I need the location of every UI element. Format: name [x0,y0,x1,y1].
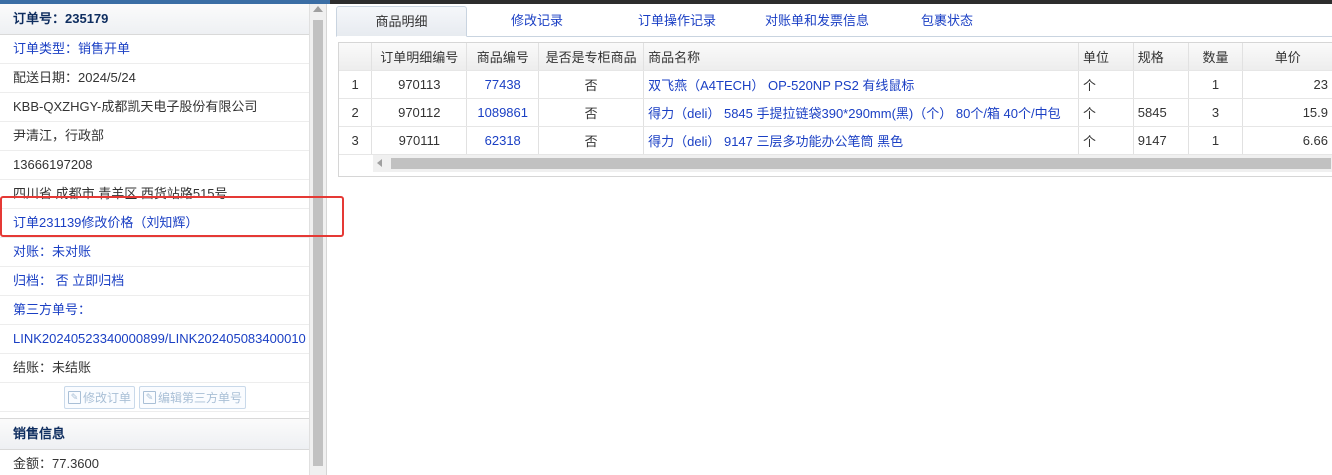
product-name-link[interactable]: 得力（deli） 9147 三层多功能办公笔筒 黑色 [643,126,1079,155]
product-name-link[interactable]: 得力（deli） 5845 手提拉链袋390*290mm(黑)（个） 80个/箱… [643,98,1079,127]
row-index: 2 [339,98,373,127]
amount: 金额：77.3600 [0,450,310,475]
phone-number: 13666197208 [0,151,310,180]
row-index: 3 [339,126,373,155]
unit-price: 23 [1242,70,1332,99]
detail-id: 970113 [371,70,468,99]
order-info-panel: 订单号：235179 订单类型：销售开单 配送日期：2024/5/24 KBB-… [0,4,327,475]
archive-value: 否 [55,273,69,288]
scroll-up-arrow-icon[interactable] [313,6,323,12]
edit-icon: ✎ [143,390,156,404]
contact-person: 尹清江，行政部 [0,122,310,151]
left-panel-scrollbar[interactable] [309,4,326,475]
unit-price: 6.66 [1242,126,1332,155]
detail-id: 970112 [371,98,468,127]
spec: 9147 [1133,126,1189,155]
col-price[interactable]: 单价 [1242,43,1332,71]
tab-package-status[interactable]: 包裹状态 [892,6,1002,36]
reconcile-status: 对账：未对账 [0,238,310,267]
col-qty[interactable]: 数量 [1188,43,1244,71]
scrollbar-thumb[interactable] [313,20,323,466]
spec [1133,70,1189,99]
quantity: 1 [1188,126,1244,155]
order-number-header: 订单号：235179 [0,4,310,35]
customer-name: KBB-QXZHGY-成都凯天电子股份有限公司 [0,93,310,122]
table-header-row: 订单明细编号 商品编号 是否是专柜商品 商品名称 单位 规格 数量 单价 [339,43,1332,71]
counter-flag: 否 [538,126,645,155]
detail-tabs: 商品明细 修改记录 订单操作记录 对账单和发票信息 包裹状态 [336,6,1332,37]
product-id-link[interactable]: 77438 [466,70,540,99]
scrollbar-thumb[interactable] [391,158,1331,169]
row-index: 1 [339,70,373,99]
col-unit[interactable]: 单位 [1078,43,1134,71]
col-index [339,43,373,71]
highlight-box [0,196,344,237]
unit: 个 [1078,98,1134,127]
grid-horizontal-scrollbar[interactable] [373,155,1332,172]
table-row[interactable]: 3 970111 62318 否 得力（deli） 9147 三层多功能办公笔筒… [339,126,1332,155]
edit-order-label: 修改订单 [82,390,131,405]
col-product-name[interactable]: 商品名称 [643,43,1079,71]
archive-now-link[interactable]: 立即归档 [72,273,124,288]
product-id-link[interactable]: 1089861 [466,98,540,127]
detail-id: 970111 [371,126,468,155]
unit-price: 15.9 [1242,98,1332,127]
col-product-id[interactable]: 商品编号 [466,43,540,71]
product-id-link[interactable]: 62318 [466,126,540,155]
tab-order-operations[interactable]: 订单操作记录 [612,6,742,36]
tab-change-log[interactable]: 修改记录 [472,6,602,36]
tab-product-details[interactable]: 商品明细 [336,6,467,37]
col-spec[interactable]: 规格 [1133,43,1189,71]
unit: 个 [1078,70,1134,99]
archive-label: 归档： [13,273,53,288]
delivery-date: 配送日期：2024/5/24 [0,64,310,93]
col-counter[interactable]: 是否是专柜商品 [538,43,645,71]
settle-status: 结账：未结账 [0,354,310,383]
quantity: 3 [1188,98,1244,127]
sales-info-header: 销售信息 [0,418,310,450]
scroll-left-arrow-icon[interactable] [377,159,382,167]
edit-order-button[interactable]: ✎ 修改订单 [63,385,135,409]
third-party-label: 第三方单号： [0,296,310,325]
archive-row: 归档： 否 立即归档 [0,267,310,296]
col-detail-id[interactable]: 订单明细编号 [371,43,468,71]
unit: 个 [1078,126,1134,155]
order-type: 订单类型：销售开单 [0,35,310,64]
product-name-link[interactable]: 双飞燕（A4TECH） OP-520NP PS2 有线鼠标 [643,70,1079,99]
table-row[interactable]: 2 970112 1089861 否 得力（deli） 5845 手提拉链袋39… [339,98,1332,127]
product-table: 订单明细编号 商品编号 是否是专柜商品 商品名称 单位 规格 数量 单价 1 9… [339,43,1332,155]
detail-panel: 商品明细 修改记录 订单操作记录 对账单和发票信息 包裹状态 订单明细编号 商品… [336,4,1332,475]
edit-third-party-button[interactable]: ✎ 编辑第三方单号 [139,385,247,409]
third-party-number: LINK20240523340000899/LINK20240508340001… [0,325,310,354]
product-grid: 订单明细编号 商品编号 是否是专柜商品 商品名称 单位 规格 数量 单价 1 9… [338,42,1332,177]
counter-flag: 否 [538,70,645,99]
order-action-buttons: ✎ 修改订单 ✎ 编辑第三方单号 [0,383,310,412]
tab-statement-invoice[interactable]: 对账单和发票信息 [742,6,892,36]
spec: 5845 [1133,98,1189,127]
table-row[interactable]: 1 970113 77438 否 双飞燕（A4TECH） OP-520NP PS… [339,70,1332,99]
counter-flag: 否 [538,98,645,127]
edit-third-party-label: 编辑第三方单号 [158,390,243,405]
quantity: 1 [1188,70,1244,99]
edit-icon: ✎ [67,390,81,404]
